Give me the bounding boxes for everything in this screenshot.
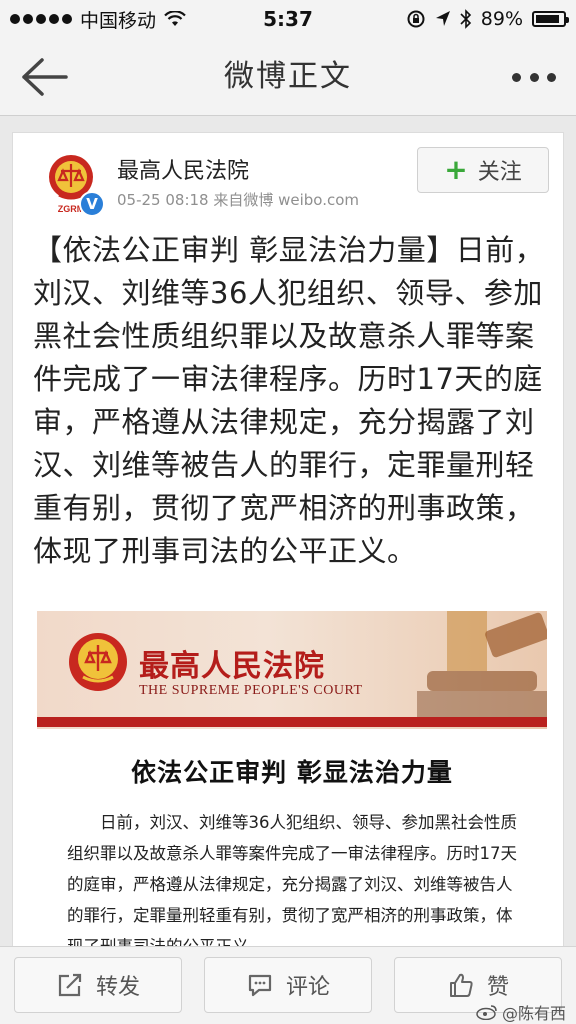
post-meta: 05-25 08:18 来自微博 weibo.com [117,191,360,209]
post-card: ZGRM V 最高人民法院 05-25 08:18 来自微博 weibo.com… [12,132,564,948]
author-name[interactable]: 最高人民法院 [117,153,249,185]
repost-button[interactable]: 转发 [14,957,182,1013]
rotation-lock-icon [407,10,425,28]
thumbs-up-icon [449,973,473,997]
comment-button[interactable]: 评论 [204,957,372,1013]
plus-icon: + [444,153,468,186]
navigation-bar: 微博正文 [0,38,576,116]
article-body: 日前，刘汉、刘维等36人犯组织、领导、参加黑社会性质组织罪以及故意杀人罪等案件完… [67,813,517,948]
embedded-image[interactable]: 最高人民法院 THE SUPREME PEOPLE'S COURT 依法公正审判… [37,611,547,948]
weibo-logo-icon [476,1005,497,1020]
follow-label: 关注 [477,160,522,185]
banner-subtitle: THE SUPREME PEOPLE'S COURT [139,683,363,698]
gavel-graphic [417,611,547,719]
bluetooth-icon [460,9,471,29]
court-banner: 最高人民法院 THE SUPREME PEOPLE'S COURT [37,611,547,729]
battery-percentage: 89% [480,8,523,30]
banner-title: 最高人民法院 [139,649,325,684]
verified-badge-icon: V [79,191,105,217]
signal-strength-icon [10,14,72,24]
page-title: 微博正文 [224,59,352,94]
location-arrow-icon [435,11,450,26]
repost-label: 转发 [95,975,140,1000]
watermark-text: @陈有西 [501,1004,566,1023]
follow-button[interactable]: + 关注 [417,147,549,193]
status-bar: 中国移动 5:37 89% [0,0,576,38]
repost-icon [58,973,82,997]
comment-label: 评论 [285,975,330,1000]
battery-icon [532,11,569,27]
weibo-watermark: @陈有西 [476,1000,566,1024]
like-label: 赞 [486,975,509,1000]
carrier-name: 中国移动 [80,9,157,32]
comment-icon [248,974,272,997]
battery-fill [536,15,560,23]
article-title: 依法公正审判 彰显法治力量 [131,758,453,787]
wifi-icon [164,11,186,26]
banner-divider [37,717,547,727]
post-text: 【依法公正审判 彰显法治力量】日前，刘汉、刘维等36人犯组织、领导、参加黑社会性… [33,233,545,568]
more-options-icon[interactable] [512,62,556,92]
court-emblem-icon [69,633,127,691]
